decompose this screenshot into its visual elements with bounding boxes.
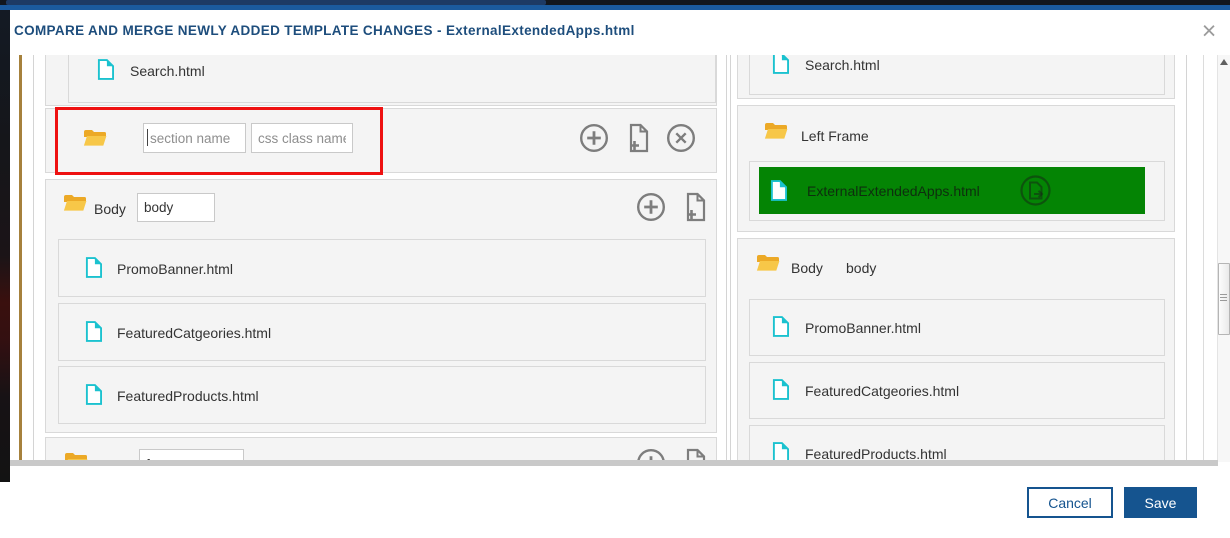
close-icon[interactable]: × [1196, 18, 1222, 44]
document-icon [772, 379, 789, 405]
document-icon [772, 442, 789, 462]
file-item-label: Search.html [130, 63, 205, 79]
section-label: Left Frame [801, 128, 869, 144]
circle-x-icon[interactable] [666, 123, 696, 158]
left-section-footer: Footer [45, 437, 717, 462]
file-item-label: Search.html [805, 57, 880, 73]
add-file-icon[interactable] [683, 192, 708, 227]
left-section-body: Body PromoBanner.html FeaturedCatgeories… [45, 179, 717, 433]
cancel-button[interactable]: Cancel [1027, 487, 1113, 518]
left-section-new [45, 108, 717, 173]
list-item[interactable]: FeaturedProducts.html [749, 425, 1165, 462]
compare-merge-dialog: COMPARE AND MERGE NEWLY ADDED TEMPLATE C… [10, 10, 1230, 538]
compare-content-area: Search.html Bo [10, 55, 1230, 462]
right-section-left-frame: Left Frame ExternalExtendedApps.html [737, 105, 1175, 232]
dialog-title-filename: ExternalExtendedApps.html [446, 23, 635, 38]
list-item[interactable]: PromoBanner.html [749, 299, 1165, 356]
open-folder-icon [756, 253, 780, 277]
scrollbar-thumb[interactable] [1218, 263, 1230, 335]
circle-plus-icon[interactable] [579, 123, 609, 158]
section-css-class-text: body [846, 260, 876, 276]
document-icon [772, 316, 789, 342]
list-item[interactable]: Search.html [68, 55, 716, 103]
background-clipped-text [6, 0, 546, 5]
file-item-label: FeaturedCatgeories.html [117, 325, 271, 341]
wrapper-border [1203, 55, 1204, 462]
scrollbar-grip [1220, 294, 1227, 295]
file-item-label: ExternalExtendedApps.html [807, 183, 980, 199]
document-icon [85, 257, 102, 283]
file-item-label: FeaturedCatgeories.html [805, 383, 959, 399]
section-label: Body [791, 260, 823, 276]
right-section-top: Search.html [737, 55, 1175, 99]
right-section-body: Body body PromoBanner.html FeaturedCatge… [737, 238, 1175, 462]
document-icon [85, 321, 102, 347]
document-icon [770, 180, 787, 206]
add-file-icon[interactable] [626, 123, 651, 158]
selected-highlight: ExternalExtendedApps.html [759, 167, 1145, 214]
document-icon [97, 59, 114, 85]
file-item-label: FeaturedProducts.html [117, 388, 259, 404]
gold-rule [19, 55, 22, 462]
list-item-selected[interactable]: ExternalExtendedApps.html [749, 161, 1165, 221]
document-icon [772, 55, 789, 79]
body-css-class-input[interactable] [137, 193, 215, 222]
list-item[interactable]: FeaturedCatgeories.html [58, 303, 706, 361]
left-section-top: Search.html [45, 55, 717, 106]
list-item[interactable]: FeaturedProducts.html [58, 366, 706, 424]
list-item[interactable]: FeaturedCatgeories.html [749, 362, 1165, 419]
scrollbar-grip [1220, 297, 1227, 298]
list-item[interactable]: Search.html [749, 55, 1165, 95]
dialog-title-separator: - [433, 23, 446, 38]
horizontal-scrollbar[interactable] [10, 460, 1218, 466]
scroll-up-arrow-icon[interactable] [1220, 59, 1228, 65]
list-item[interactable]: PromoBanner.html [58, 239, 706, 297]
section-label: Body [94, 201, 126, 217]
css-class-input[interactable] [251, 123, 353, 153]
open-folder-icon [83, 128, 107, 152]
vertical-scrollbar[interactable] [1217, 55, 1230, 462]
save-button[interactable]: Save [1124, 487, 1197, 518]
open-folder-icon [63, 193, 87, 217]
scrollbar-grip [1220, 300, 1227, 301]
file-export-icon[interactable] [1019, 174, 1052, 212]
section-name-input[interactable] [143, 123, 246, 153]
file-item-label: PromoBanner.html [805, 320, 921, 336]
file-item-label: PromoBanner.html [117, 261, 233, 277]
text-cursor [147, 129, 148, 146]
open-folder-icon [764, 121, 788, 145]
document-icon [85, 384, 102, 410]
dialog-title: COMPARE AND MERGE NEWLY ADDED TEMPLATE C… [14, 23, 635, 38]
background-page-edge [0, 10, 10, 482]
circle-plus-icon[interactable] [636, 192, 666, 227]
dialog-title-text: COMPARE AND MERGE NEWLY ADDED TEMPLATE C… [14, 23, 433, 38]
